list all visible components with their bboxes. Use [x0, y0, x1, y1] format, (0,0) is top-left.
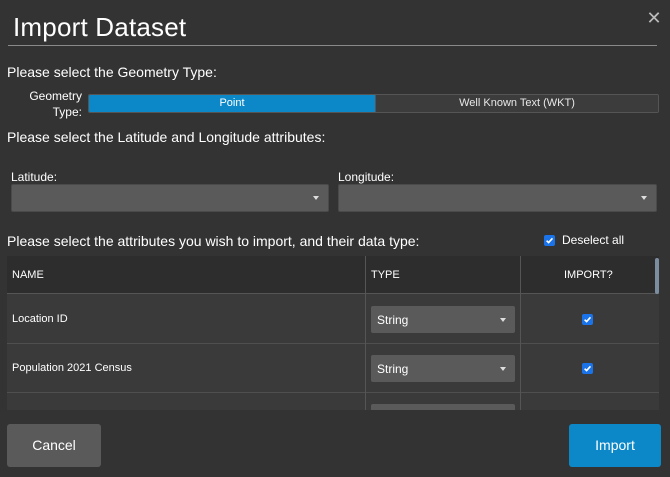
deselect-all-label: Deselect all	[562, 233, 625, 247]
table-row: Population 2021 Census String	[7, 344, 659, 393]
row-type-select[interactable]: String	[371, 355, 515, 382]
row-type-select[interactable]: String	[371, 306, 515, 333]
latitude-select[interactable]	[11, 184, 329, 212]
geometry-type-prompt: Please select the Geometry Type:	[7, 64, 217, 80]
dialog-title: Import Dataset	[13, 12, 187, 42]
check-icon	[546, 237, 554, 244]
geometry-type-label: Geometry Type:	[29, 89, 82, 119]
column-divider	[520, 256, 521, 410]
deselect-all-checkbox[interactable]	[544, 234, 555, 246]
check-icon	[584, 316, 592, 323]
longitude-select[interactable]	[338, 184, 657, 212]
latlon-prompt: Please select the Latitude and Longitude…	[7, 129, 326, 145]
latitude-label: Latitude:	[11, 170, 58, 184]
column-header-name: NAME	[12, 269, 44, 281]
row-type-value: String	[377, 313, 409, 327]
table-row	[7, 393, 659, 410]
geometry-option-point[interactable]: Point	[89, 95, 375, 112]
table-row: Location ID String	[7, 295, 659, 344]
attributes-prompt: Please select the attributes you wish to…	[7, 233, 420, 249]
cancel-button[interactable]: Cancel	[7, 424, 101, 467]
import-dataset-dialog: Import Dataset ✕ Please select the Geome…	[0, 0, 670, 477]
column-header-import: IMPORT?	[564, 269, 613, 281]
row-type-select[interactable]	[371, 404, 515, 410]
deselect-all-toggle[interactable]: Deselect all	[544, 232, 624, 248]
row-name: Location ID	[12, 313, 68, 325]
row-import-checkbox[interactable]	[582, 314, 593, 325]
close-icon[interactable]: ✕	[645, 8, 663, 28]
geometry-option-wkt[interactable]: Well Known Text (WKT)	[375, 95, 658, 112]
column-header-type: TYPE	[371, 269, 400, 281]
chevron-down-icon	[641, 196, 647, 200]
table-header: NAME TYPE IMPORT?	[7, 256, 659, 294]
geometry-type-selector: Point Well Known Text (WKT)	[88, 94, 659, 113]
row-name: Population 2021 Census	[12, 362, 132, 374]
chevron-down-icon	[313, 196, 319, 200]
row-import-checkbox[interactable]	[582, 363, 593, 374]
column-divider	[365, 256, 366, 410]
import-button[interactable]: Import	[569, 424, 661, 467]
table-scrollbar[interactable]	[655, 258, 659, 294]
title-divider	[8, 45, 657, 46]
chevron-down-icon	[500, 318, 506, 322]
longitude-label: Longitude:	[338, 170, 395, 184]
chevron-down-icon	[500, 367, 506, 371]
row-type-value: String	[377, 362, 409, 376]
attributes-table: NAME TYPE IMPORT? Location ID String Pop…	[7, 256, 659, 410]
check-icon	[584, 365, 592, 372]
